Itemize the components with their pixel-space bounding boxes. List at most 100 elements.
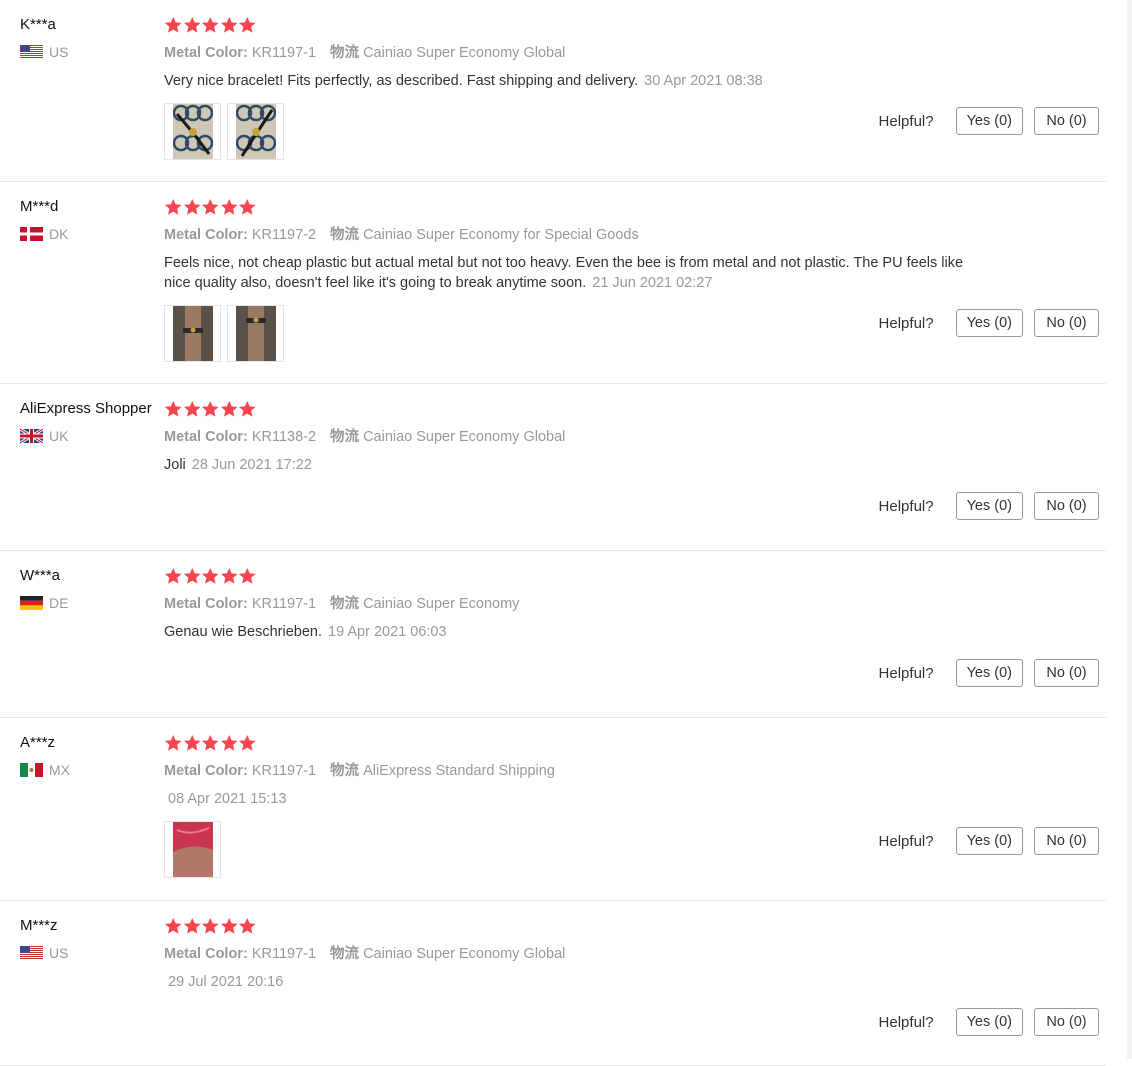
helpful-no-button[interactable]: No (0): [1034, 309, 1099, 337]
dk-flag-icon: [20, 227, 43, 241]
reviewer-country: DE: [20, 594, 160, 612]
shipping-method: Cainiao Super Economy: [363, 596, 520, 612]
helpful-section: Helpful? Yes (0) No (0): [879, 1008, 1099, 1036]
uk-flag-icon: [20, 429, 43, 443]
star-icon: [220, 917, 239, 935]
review-content: Metal Color: KR1197-1 物流 AliExpress Stand…: [164, 734, 964, 878]
helpful-section: Helpful? Yes (0) No (0): [879, 827, 1099, 855]
star-icon: [220, 567, 239, 585]
star-icon: [201, 734, 220, 752]
helpful-yes-button[interactable]: Yes (0): [955, 827, 1023, 855]
helpful-yes-button[interactable]: Yes (0): [955, 107, 1023, 135]
helpful-no-button[interactable]: No (0): [1034, 1008, 1099, 1036]
sku-value: KR1197-1: [251, 763, 317, 779]
sku-label: Metal Color:: [164, 763, 248, 779]
reviewer-country: US: [20, 944, 160, 962]
helpful-yes-button[interactable]: Yes (0): [955, 659, 1023, 687]
review-text: 29 Jul 2021 20:16: [164, 972, 964, 992]
mx-flag-icon: [20, 763, 43, 777]
reviewer-info: A***z MX: [20, 733, 160, 779]
helpful-label: Helpful?: [878, 497, 934, 515]
star-icon: [164, 917, 183, 935]
star-icon: [238, 400, 257, 418]
helpful-section: Helpful? Yes (0) No (0): [879, 659, 1099, 687]
star-icon: [220, 16, 239, 34]
country-code: MX: [49, 762, 70, 778]
star-icon: [220, 734, 239, 752]
star-rating: [164, 734, 964, 752]
helpful-yes-button[interactable]: Yes (0): [955, 1008, 1023, 1036]
reviewer-info: M***d DK: [20, 197, 160, 243]
shipping-label: 物流: [330, 45, 360, 61]
review-images: [164, 305, 964, 362]
sku-value: KR1197-1: [251, 946, 317, 962]
review-date: 30 Apr 2021 08:38: [644, 73, 763, 89]
review-text: Feels nice, not cheap plastic but actual…: [164, 253, 964, 293]
review-body: Genau wie Beschrieben.: [164, 624, 322, 640]
star-icon: [220, 400, 239, 418]
review-thumbnail[interactable]: [227, 305, 284, 362]
shipping-label: 物流: [330, 763, 360, 779]
star-icon: [238, 567, 257, 585]
reviewer-country: US: [20, 43, 160, 61]
sku-value: KR1138-2: [251, 429, 317, 445]
us-flag-icon: [20, 45, 43, 59]
sku-info: Metal Color: KR1197-2 物流 Cainiao Super Ec…: [164, 225, 964, 245]
helpful-label: Helpful?: [878, 112, 934, 130]
helpful-label: Helpful?: [878, 832, 934, 850]
helpful-yes-button[interactable]: Yes (0): [955, 492, 1023, 520]
star-icon: [183, 734, 202, 752]
star-icon: [201, 400, 220, 418]
reviewer-name: K***a: [20, 16, 56, 33]
star-rating: [164, 16, 964, 34]
shipping-method: Cainiao Super Economy Global: [363, 45, 566, 61]
reviewer-name: M***d: [20, 198, 59, 215]
helpful-yes-button[interactable]: Yes (0): [955, 309, 1023, 337]
reviewer-info: M***z US: [20, 916, 160, 962]
helpful-no-button[interactable]: No (0): [1034, 827, 1099, 855]
helpful-label: Helpful?: [878, 314, 934, 332]
helpful-no-button[interactable]: No (0): [1034, 492, 1099, 520]
star-icon: [164, 567, 183, 585]
reviewer-country: MX: [20, 761, 160, 779]
reviewer-country: UK: [20, 427, 160, 445]
star-icon: [238, 16, 257, 34]
review-text: Joli 28 Jun 2021 17:22: [164, 455, 964, 475]
review-content: Metal Color: KR1197-1 物流 Cainiao Super Ec…: [164, 16, 964, 160]
helpful-label: Helpful?: [878, 664, 934, 682]
star-icon: [164, 734, 183, 752]
shipping-label: 物流: [330, 429, 360, 445]
review-images: [164, 103, 964, 160]
review-thumbnail[interactable]: [227, 103, 284, 160]
shipping-method: AliExpress Standard Shipping: [363, 763, 555, 779]
review-item: K***a US Metal Color: KR1197-1 物流 Cainiao S…: [0, 0, 1106, 182]
star-icon: [183, 400, 202, 418]
helpful-section: Helpful? Yes (0) No (0): [879, 309, 1099, 337]
review-thumbnail[interactable]: [164, 821, 221, 878]
helpful-no-button[interactable]: No (0): [1034, 107, 1099, 135]
star-rating: [164, 198, 964, 216]
reviewer-name: W***a: [20, 567, 61, 584]
shipping-label: 物流: [330, 227, 360, 243]
helpful-no-button[interactable]: No (0): [1034, 659, 1099, 687]
review-item: AliExpress Shopper UK Metal Color: KR1138-…: [0, 384, 1106, 551]
review-thumbnail[interactable]: [164, 103, 221, 160]
star-icon: [201, 917, 220, 935]
shipping-method: Cainiao Super Economy for Special Goods: [363, 227, 639, 243]
star-icon: [201, 16, 220, 34]
de-flag-icon: [20, 596, 43, 610]
helpful-section: Helpful? Yes (0) No (0): [879, 107, 1099, 135]
sku-value: KR1197-1: [251, 596, 317, 612]
review-text: 08 Apr 2021 15:13: [164, 789, 964, 809]
review-text: Very nice bracelet! Fits perfectly, as d…: [164, 71, 964, 91]
review-item: M***d DK Metal Color: KR1197-2 物流 Cainiao S…: [0, 182, 1106, 384]
star-icon: [183, 16, 202, 34]
sku-label: Metal Color:: [164, 227, 248, 243]
star-icon: [238, 917, 257, 935]
review-content: Metal Color: KR1197-1 物流 Cainiao Super Ec…: [164, 917, 964, 992]
star-icon: [201, 198, 220, 216]
review-date: 28 Jun 2021 17:22: [191, 457, 312, 473]
shipping-label: 物流: [330, 946, 360, 962]
review-thumbnail[interactable]: [164, 305, 221, 362]
review-item: A***z MX Metal Color: KR1197-1 物流 AliExpres…: [0, 718, 1106, 901]
